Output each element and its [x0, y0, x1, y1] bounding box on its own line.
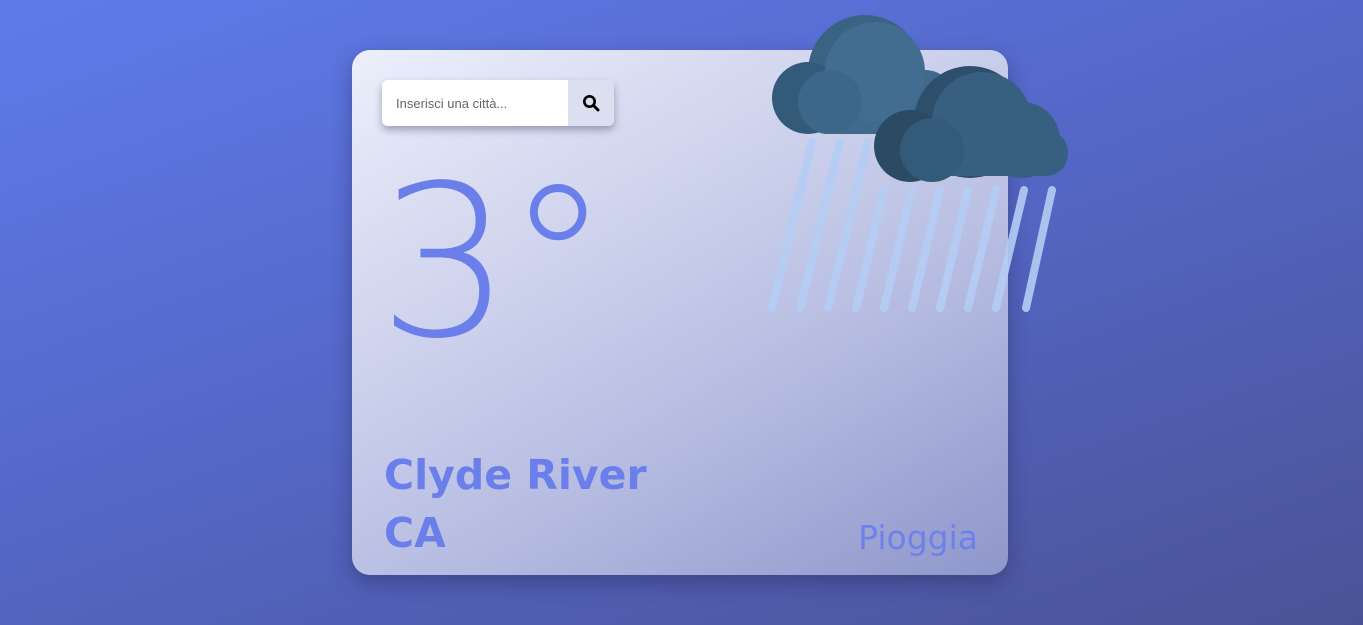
location: Clyde River CA [384, 446, 647, 562]
city-name: Clyde River [384, 451, 647, 499]
temperature-value: 3° [378, 140, 611, 385]
country-code: CA [384, 509, 446, 558]
weather-condition: Pioggia [858, 518, 978, 557]
search-button[interactable] [568, 80, 614, 126]
city-search-input[interactable] [382, 80, 568, 126]
search-icon [583, 95, 600, 112]
rain-clouds-icon [768, 15, 1068, 312]
search-bar [382, 80, 614, 126]
